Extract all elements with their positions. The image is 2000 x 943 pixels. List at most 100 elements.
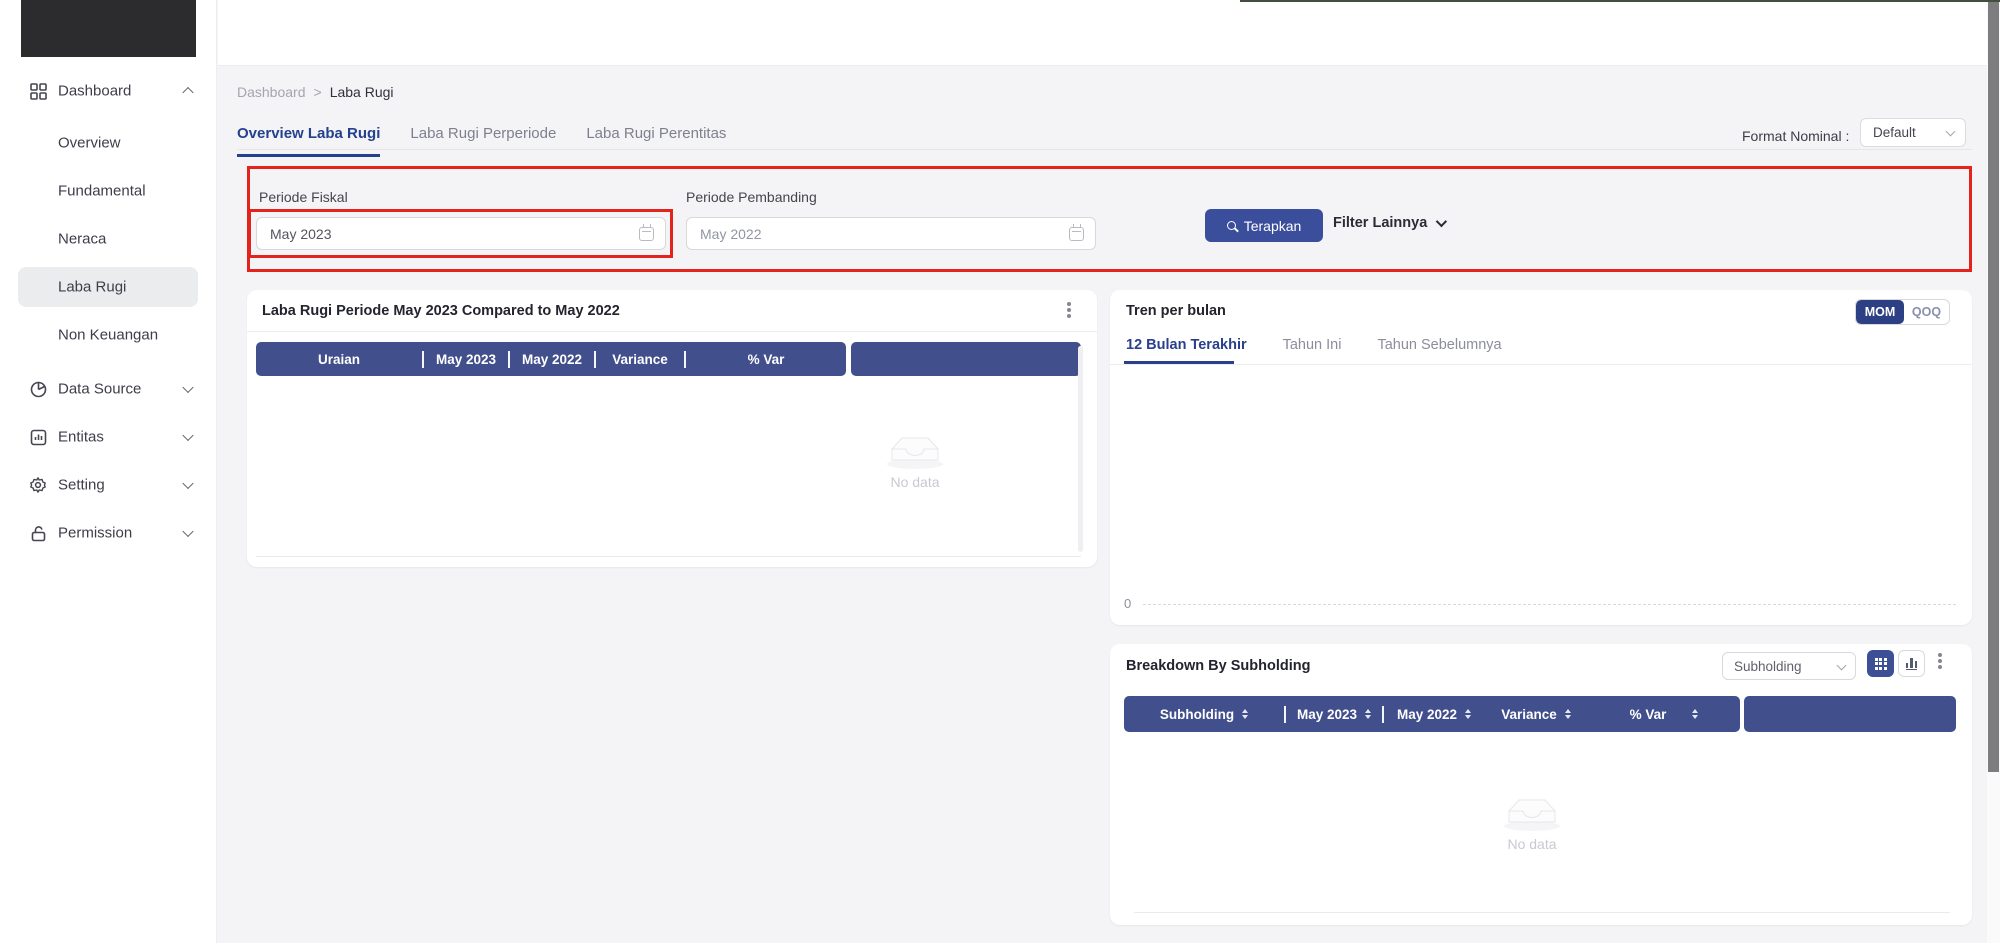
tabs-divider — [237, 149, 1972, 150]
column-separator — [1382, 706, 1384, 723]
sidebar-item-label: Dashboard — [58, 83, 131, 100]
pl-table-card: Laba Rugi Periode May 2023 Compared to M… — [247, 290, 1097, 567]
empty-text: No data — [1472, 836, 1592, 852]
toggle-qoq[interactable]: QOQ — [1904, 300, 1949, 324]
chevron-up-icon — [182, 87, 193, 98]
periode-pembanding-input-box[interactable] — [686, 217, 1096, 250]
breakdown-empty-state: No data — [1472, 792, 1592, 852]
subholding-select[interactable]: Subholding — [1722, 652, 1856, 680]
column-header-may-2023[interactable]: May 2023 — [1286, 696, 1382, 732]
trend-tab-tahun-sebelumnya[interactable]: Tahun Sebelumnya — [1377, 337, 1501, 353]
filter-lainnya-button[interactable]: Filter Lainnya — [1333, 215, 1444, 231]
scrollbar-thumb[interactable] — [1988, 2, 1999, 772]
sidebar-item-data-source[interactable]: Data Source — [0, 369, 217, 409]
more-options-icon[interactable] — [1938, 653, 1942, 657]
sidebar-item-setting[interactable]: Setting — [0, 465, 217, 505]
breadcrumb-dashboard[interactable]: Dashboard — [237, 84, 306, 100]
sort-icon[interactable] — [1242, 709, 1248, 720]
sidebar-item-dashboard[interactable]: Dashboard — [0, 71, 217, 111]
sidebar-item-entitas[interactable]: Entitas — [0, 417, 217, 457]
sort-icon[interactable] — [1565, 709, 1571, 720]
format-nominal-select[interactable]: Default — [1860, 118, 1966, 147]
column-header-pct-var[interactable]: % Var — [686, 342, 846, 376]
periode-pembanding-input[interactable] — [700, 218, 1050, 249]
breakdown-card: Breakdown By Subholding Subholding Subho… — [1110, 644, 1972, 925]
calendar-icon — [1069, 227, 1084, 241]
empty-box-icon — [883, 430, 947, 471]
format-nominal-value: Default — [1873, 125, 1916, 140]
more-options-icon[interactable] — [1067, 302, 1071, 306]
topbar — [218, 0, 2000, 66]
trend-tabs-divider — [1110, 364, 1972, 365]
unlock-icon — [29, 524, 47, 542]
bar-chart-icon — [1906, 657, 1918, 670]
company-logo — [21, 0, 196, 57]
sidebar-item-permission[interactable]: Permission — [0, 513, 217, 553]
breakdown-table-header-extra — [1744, 696, 1956, 732]
column-header-may-2023[interactable]: May 2023 — [424, 342, 508, 376]
column-separator — [594, 351, 596, 368]
table-view-button[interactable] — [1867, 650, 1894, 677]
trend-tab-tahun-ini[interactable]: Tahun Ini — [1283, 337, 1342, 353]
gear-icon — [29, 476, 47, 494]
periode-fiskal-label: Periode Fiskal — [259, 189, 348, 205]
sidebar-item-label: Permission — [58, 525, 132, 542]
entity-box-icon — [29, 428, 47, 446]
sidebar-item-fundamental[interactable]: Fundamental — [0, 171, 217, 211]
trend-tabs: 12 Bulan Terakhir Tahun Ini Tahun Sebelu… — [1126, 337, 1502, 353]
pie-chart-icon — [29, 380, 47, 398]
mom-qoq-toggle[interactable]: MOM QOQ — [1855, 299, 1950, 325]
chevron-down-icon — [182, 526, 193, 537]
column-header-variance[interactable]: Variance — [596, 342, 684, 376]
column-separator — [508, 351, 510, 368]
terapkan-button[interactable]: Terapkan — [1205, 209, 1323, 242]
column-separator — [422, 351, 424, 368]
table-bottom-border — [1134, 912, 1950, 913]
empty-box-icon — [1500, 792, 1564, 833]
y-axis-zero-label: 0 — [1124, 596, 1131, 611]
table-scrollbar[interactable] — [1078, 346, 1083, 552]
pl-card-title: Laba Rugi Periode May 2023 Compared to M… — [262, 303, 620, 319]
window-top-edge — [1240, 0, 2000, 2]
sidebar-item-laba-rugi[interactable]: Laba Rugi — [0, 267, 217, 307]
tab-laba-rugi-perperiode[interactable]: Laba Rugi Perperiode — [410, 125, 556, 157]
trend-tab-12-bulan[interactable]: 12 Bulan Terakhir — [1126, 337, 1247, 353]
toggle-mom[interactable]: MOM — [1856, 300, 1904, 324]
column-header-may-2022[interactable]: May 2022 — [510, 342, 594, 376]
sort-icon[interactable] — [1465, 709, 1471, 720]
column-header-may-2022[interactable]: May 2022 — [1384, 696, 1484, 732]
filter-lainnya-label: Filter Lainnya — [1333, 215, 1427, 231]
column-header-pct-var[interactable]: % Var — [1588, 696, 1740, 732]
column-header-subholding[interactable]: Subholding — [1124, 696, 1284, 732]
periode-pembanding-label: Periode Pembanding — [686, 189, 817, 205]
periode-fiskal-input-box[interactable] — [256, 217, 666, 250]
column-separator — [684, 351, 686, 368]
sidebar-item-label: Neraca — [58, 231, 106, 248]
table-grid-icon — [1875, 658, 1887, 670]
sidebar-item-neraca[interactable]: Neraca — [0, 219, 217, 259]
sort-icon[interactable] — [1692, 709, 1698, 720]
sort-icon[interactable] — [1365, 709, 1371, 720]
column-header-variance[interactable]: Variance — [1484, 696, 1588, 732]
trend-card-title: Tren per bulan — [1126, 303, 1226, 319]
chevron-down-icon — [1946, 127, 1956, 137]
chevron-down-icon — [1837, 661, 1847, 671]
terapkan-button-label: Terapkan — [1244, 218, 1302, 234]
window-scrollbar[interactable] — [1987, 0, 2000, 943]
tab-overview-laba-rugi[interactable]: Overview Laba Rugi — [237, 125, 380, 157]
sidebar-item-non-keuangan[interactable]: Non Keuangan — [0, 315, 217, 355]
zero-gridline — [1143, 604, 1956, 605]
trend-card: Tren per bulan MOM QOQ 12 Bulan Terakhir… — [1110, 290, 1972, 625]
column-separator — [1284, 706, 1286, 723]
chevron-down-icon — [182, 430, 193, 441]
breadcrumb: Dashboard > Laba Rugi — [237, 84, 394, 100]
calendar-icon — [639, 227, 654, 241]
tab-laba-rugi-perentitas[interactable]: Laba Rugi Perentitas — [586, 125, 726, 157]
column-header-uraian[interactable]: Uraian — [256, 342, 422, 376]
sidebar-item-overview[interactable]: Overview — [0, 123, 217, 163]
chart-view-button[interactable] — [1898, 650, 1925, 677]
periode-fiskal-input[interactable] — [270, 218, 620, 249]
sidebar-item-label: Fundamental — [58, 183, 146, 200]
card-divider — [247, 331, 1097, 332]
breadcrumb-current: Laba Rugi — [330, 84, 394, 100]
